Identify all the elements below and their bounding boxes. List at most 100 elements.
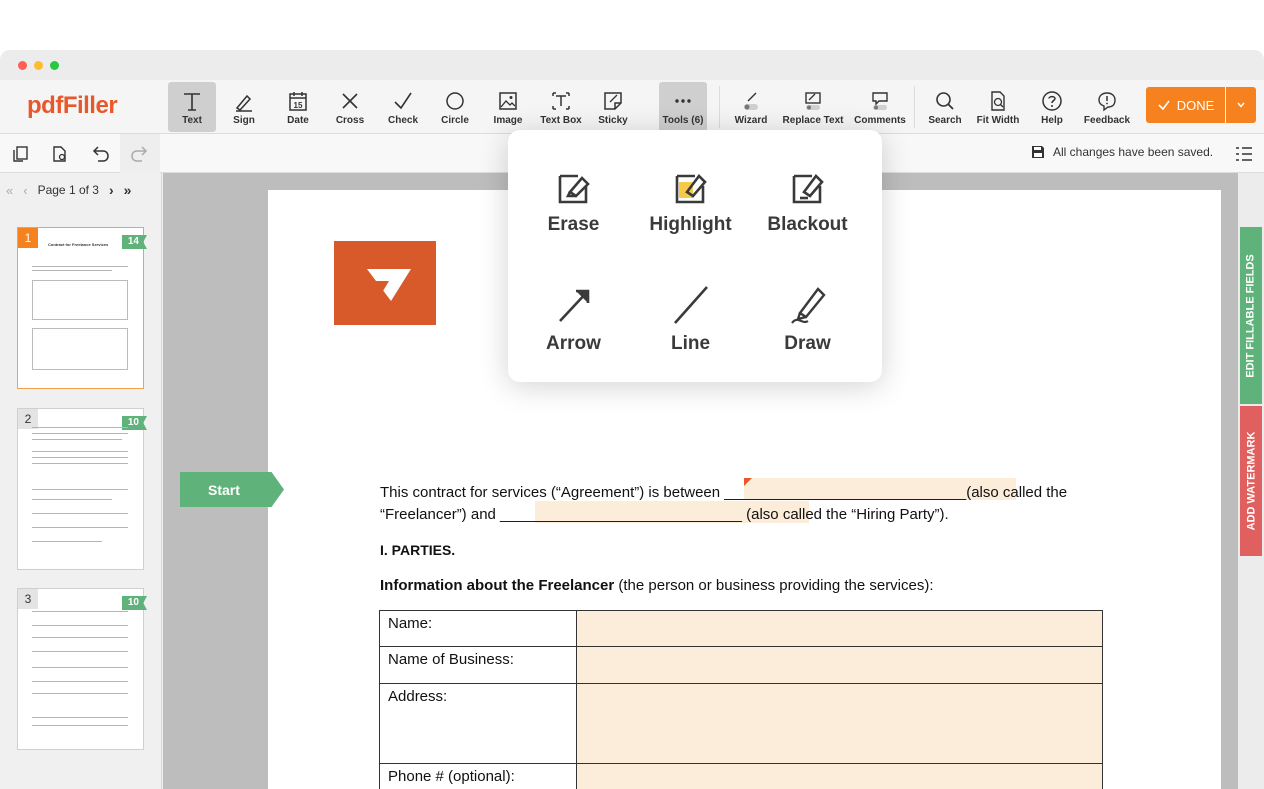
tool-more-tools[interactable]: Tools (6)	[659, 82, 707, 132]
add-watermark-tab[interactable]: ADD WATERMARK	[1240, 406, 1262, 556]
tool-label: Wizard	[734, 115, 768, 126]
comments-icon	[872, 92, 888, 110]
tool-label: Fit Width	[976, 115, 1020, 126]
arrow-tool[interactable]: Arrow	[515, 249, 632, 354]
next-page-icon[interactable]: ›	[109, 182, 114, 198]
tool-label: Erase	[547, 214, 600, 235]
thumbnail-line	[32, 451, 128, 452]
tool-help[interactable]: Help	[1030, 82, 1074, 132]
tool-text[interactable]: Text	[168, 82, 216, 132]
thumbnail-line	[32, 717, 128, 718]
tools-popup: Erase Highlight Blackout Arrow Line Draw	[508, 130, 882, 382]
draw-tool[interactable]: Draw	[749, 249, 866, 354]
brand-mark-icon	[367, 269, 411, 301]
thumbnail-line	[32, 427, 128, 428]
page-thumbnails-sidebar: « ‹ Page 1 of 3 › » 1 14 Contract for Fr…	[0, 173, 162, 789]
page-number: 1	[18, 228, 38, 248]
erase-icon	[558, 174, 590, 204]
page-thumbnail-3[interactable]: 3 10	[17, 588, 147, 750]
tool-date[interactable]: 15 Date	[276, 82, 320, 132]
list-icon	[1236, 146, 1252, 161]
undo-icon	[92, 145, 109, 162]
contract-intro-line-2: “Freelancer”) and ______________________…	[380, 506, 949, 523]
tool-fit-width[interactable]: Fit Width	[975, 82, 1021, 132]
thumbnail-line	[32, 611, 128, 612]
done-button[interactable]: DONE	[1146, 87, 1225, 123]
redo-button[interactable]	[120, 134, 160, 173]
text-icon	[184, 93, 200, 111]
info-heading-rest: (the person or business providing the se…	[614, 577, 934, 594]
page-settings-button[interactable]	[40, 134, 80, 173]
tool-image[interactable]: Image	[486, 82, 530, 132]
page-thumbnail-1[interactable]: 1 14 Contract for Freelance Services	[17, 227, 147, 389]
help-icon	[1042, 91, 1062, 111]
svg-text:15: 15	[294, 101, 303, 110]
name-field[interactable]	[576, 611, 1102, 646]
close-window-button[interactable]	[18, 61, 27, 70]
erase-tool[interactable]: Erase	[515, 130, 632, 235]
right-rail: EDIT FILLABLE FIELDS ADD WATERMARK	[1238, 173, 1264, 789]
blackout-tool[interactable]: Blackout	[749, 130, 866, 235]
thumbnail-line	[32, 499, 112, 500]
tab-label: ADD WATERMARK	[1245, 431, 1258, 531]
phone-field[interactable]	[576, 764, 1102, 789]
tool-feedback[interactable]: Feedback	[1083, 82, 1131, 132]
tool-label: Cross	[335, 115, 365, 126]
save-icon	[1032, 146, 1044, 158]
thumbnail-table	[32, 328, 128, 370]
freelancer-info-heading: Information about the Freelancer (the pe…	[380, 577, 934, 594]
tool-replace-text[interactable]: Replace Text	[783, 82, 843, 132]
check-icon	[394, 92, 412, 110]
wizard-icon	[744, 92, 758, 110]
tool-label: Text	[182, 115, 202, 126]
tool-text-box[interactable]: Text Box	[537, 82, 585, 132]
field-count-badge: 10	[121, 596, 147, 610]
tool-label: Blackout	[767, 214, 848, 235]
maximize-window-button[interactable]	[50, 61, 59, 70]
thumbnail-line	[32, 433, 128, 434]
undo-button[interactable]	[80, 134, 120, 173]
tool-label: Text Box	[540, 115, 582, 126]
table-row: Phone # (optional):	[379, 764, 1103, 789]
more-icon	[675, 99, 691, 103]
tab-label: EDIT FILLABLE FIELDS	[1245, 253, 1258, 378]
thumbnail-line	[32, 489, 128, 490]
minimize-window-button[interactable]	[34, 61, 43, 70]
address-field[interactable]	[576, 684, 1102, 763]
tool-sign[interactable]: Sign	[222, 82, 266, 132]
feedback-icon	[1098, 92, 1116, 112]
tool-label: Highlight	[649, 214, 732, 235]
tool-label: Tools (6)	[662, 115, 704, 126]
tool-check[interactable]: Check	[381, 82, 425, 132]
prev-page-icon[interactable]: ‹	[23, 183, 27, 198]
fit-width-icon	[991, 91, 1005, 111]
tool-cross[interactable]: Cross	[328, 82, 372, 132]
pages-icon	[13, 145, 28, 162]
highlight-tool[interactable]: Highlight	[632, 130, 749, 235]
tool-comments[interactable]: Comments	[853, 82, 907, 132]
done-options-button[interactable]	[1226, 87, 1256, 123]
last-page-icon[interactable]: »	[124, 182, 132, 198]
row-label: Name:	[388, 615, 433, 632]
thumbnail-line	[32, 527, 128, 528]
title-bar	[0, 50, 1264, 80]
row-label: Name of Business:	[388, 651, 514, 668]
fields-list-button[interactable]	[1224, 134, 1264, 173]
sign-icon	[235, 94, 252, 112]
page-thumbnail-2[interactable]: 2 10	[17, 408, 147, 570]
business-name-field[interactable]	[576, 647, 1102, 683]
thumbnail-line	[32, 463, 128, 464]
tool-wizard[interactable]: Wizard	[728, 82, 774, 132]
image-icon	[499, 92, 517, 110]
edit-fillable-fields-tab[interactable]: EDIT FILLABLE FIELDS	[1240, 227, 1262, 404]
tool-circle[interactable]: Circle	[433, 82, 477, 132]
line-tool[interactable]: Line	[632, 249, 749, 354]
thumbnail-line	[32, 725, 128, 726]
tool-label: Circle	[441, 115, 469, 126]
tool-sticky[interactable]: Sticky	[591, 82, 635, 132]
pages-button[interactable]	[0, 134, 40, 173]
first-page-icon[interactable]: «	[6, 183, 13, 198]
blackout-icon	[792, 174, 824, 204]
start-button[interactable]: Start	[180, 472, 284, 507]
tool-search[interactable]: Search	[923, 82, 967, 132]
